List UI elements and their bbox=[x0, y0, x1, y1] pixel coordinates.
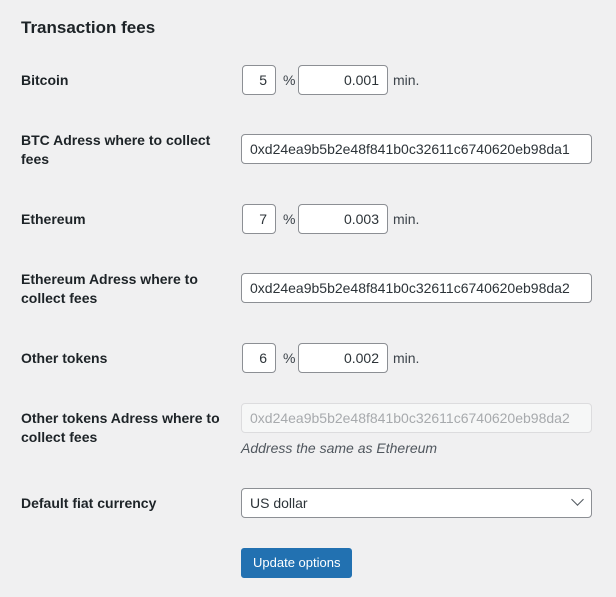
other-tokens-min-input[interactable]: 0.002 bbox=[298, 343, 388, 373]
fiat-currency-label: Default fiat currency bbox=[21, 495, 157, 511]
eth-address-label: Ethereum Adress where to collect fees bbox=[21, 271, 198, 306]
chevron-down-icon bbox=[571, 493, 584, 506]
section-title: Transaction fees bbox=[21, 18, 156, 37]
bitcoin-min-unit: min. bbox=[393, 72, 420, 88]
btc-address-input[interactable]: 0xd24ea9b5b2e48f841b0c32611c6740620eb98d… bbox=[241, 134, 592, 164]
ethereum-min-unit: min. bbox=[393, 211, 420, 227]
other-tokens-percent-unit: % bbox=[283, 350, 296, 366]
other-tokens-percent-input[interactable]: 6 bbox=[242, 343, 276, 373]
other-address-input: 0xd24ea9b5b2e48f841b0c32611c6740620eb98d… bbox=[241, 403, 592, 433]
bitcoin-percent-input[interactable]: 5 bbox=[242, 65, 276, 95]
ethereum-percent-unit: % bbox=[283, 211, 296, 227]
other-tokens-label: Other tokens bbox=[21, 350, 108, 366]
bitcoin-label: Bitcoin bbox=[21, 72, 69, 88]
other-tokens-min-unit: min. bbox=[393, 350, 420, 366]
bitcoin-percent-unit: % bbox=[283, 72, 296, 88]
update-options-button[interactable]: Update options bbox=[241, 548, 353, 578]
other-address-description: Address the same as Ethereum bbox=[241, 440, 438, 456]
ethereum-min-input[interactable]: 0.003 bbox=[298, 204, 388, 234]
transaction-fees-form: Transaction fees Bitcoin 5 % 0.001 min. … bbox=[0, 0, 616, 597]
eth-address-input[interactable]: 0xd24ea9b5b2e48f841b0c32611c6740620eb98d… bbox=[241, 273, 592, 303]
fiat-currency-value: US dollar bbox=[250, 495, 308, 511]
bitcoin-min-input[interactable]: 0.001 bbox=[298, 65, 388, 95]
other-address-label: Other tokens Adress where to collect fee… bbox=[21, 410, 220, 445]
btc-address-label: BTC Adress where to collect fees bbox=[21, 132, 211, 167]
ethereum-label: Ethereum bbox=[21, 211, 86, 227]
fiat-currency-select[interactable]: US dollar bbox=[241, 488, 592, 518]
ethereum-percent-input[interactable]: 7 bbox=[242, 204, 276, 234]
